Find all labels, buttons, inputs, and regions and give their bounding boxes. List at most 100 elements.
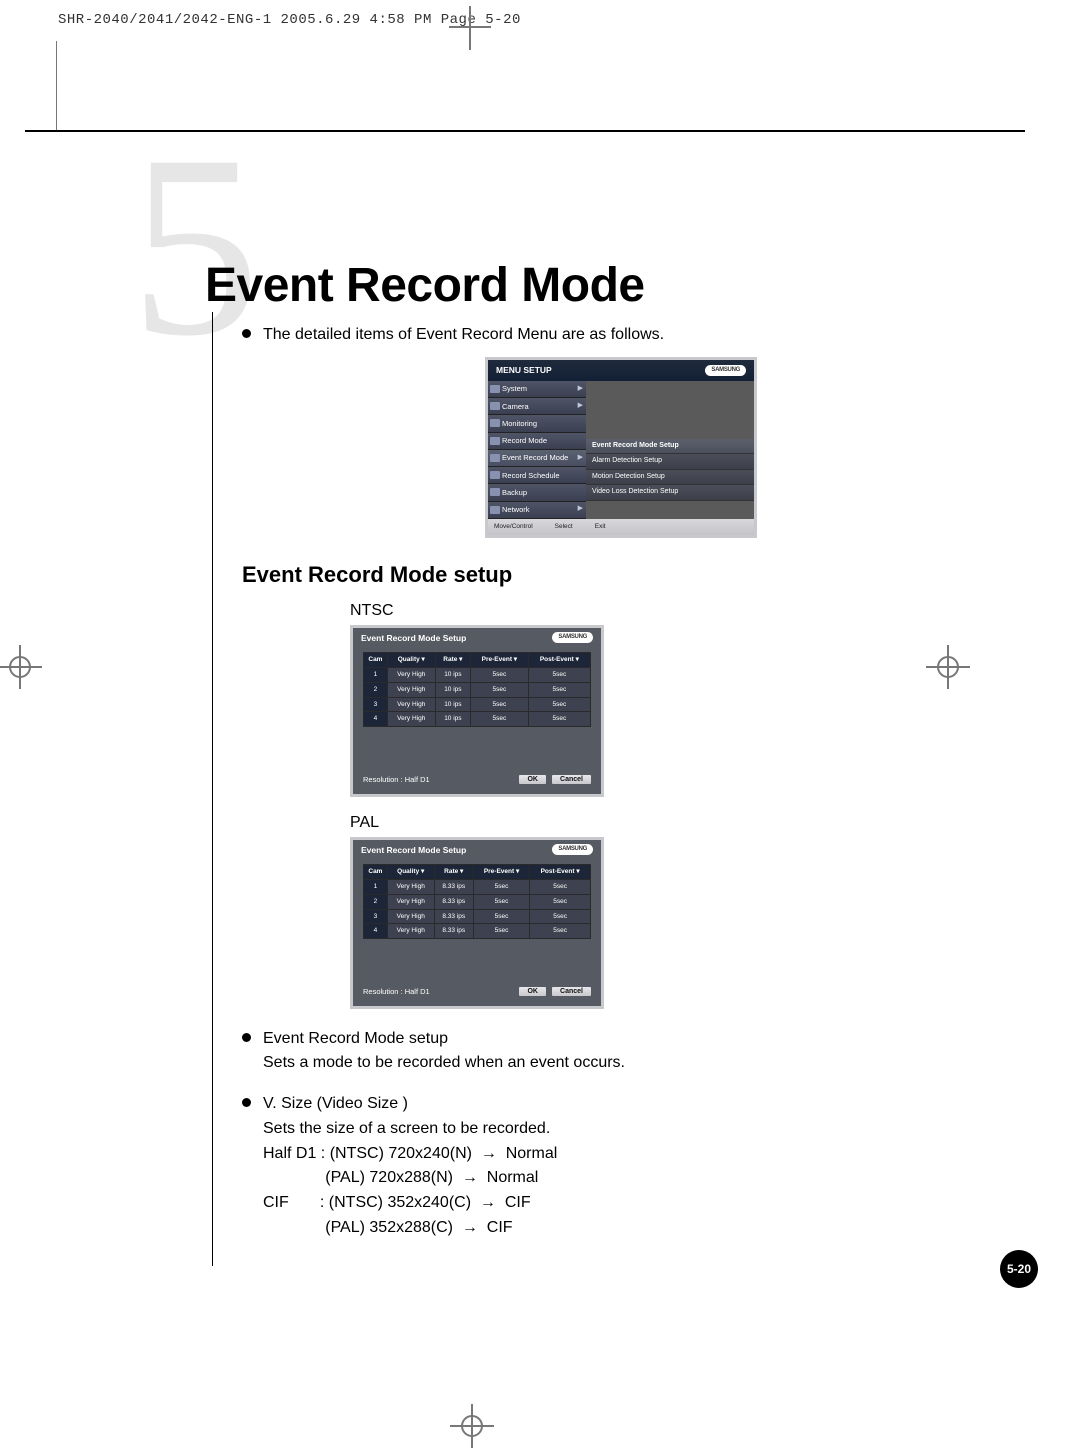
menu-item-record-mode[interactable]: Record Mode	[488, 433, 586, 450]
table-cell[interactable]: 5sec	[530, 924, 591, 939]
table-row: 2Very High10 ips5sec5sec	[363, 682, 590, 697]
table-cell[interactable]: 4	[363, 712, 387, 727]
samsung-badge: SAMSUNG	[552, 632, 593, 643]
th-cam: Cam	[363, 653, 387, 668]
table-cell[interactable]: 8.33 ips	[434, 880, 473, 895]
table-cell[interactable]: 5sec	[471, 668, 529, 683]
submenu-alarm-detection[interactable]: Alarm Detection Setup	[586, 454, 754, 470]
submenu-event-record-setup[interactable]: Event Record Mode Setup	[586, 439, 754, 455]
table-cell[interactable]: Very High	[387, 894, 434, 909]
bullet-line: CIF : (NTSC) 352x240(C) → CIF	[263, 1191, 557, 1216]
table-cell[interactable]: 8.33 ips	[434, 924, 473, 939]
table-cell[interactable]: Very High	[387, 668, 435, 683]
pal-title-bar: Event Record Mode Setup SAMSUNG	[353, 840, 601, 861]
th-preevent[interactable]: Pre-Event ▾	[471, 653, 529, 668]
backup-icon	[490, 488, 500, 496]
ok-button[interactable]: OK	[519, 987, 546, 996]
registration-mark-left	[0, 645, 42, 689]
table-cell[interactable]: 5sec	[471, 697, 529, 712]
table-cell[interactable]: 3	[363, 909, 387, 924]
table-cell[interactable]: Very High	[387, 682, 435, 697]
th-rate[interactable]: Rate ▾	[435, 653, 470, 668]
table-cell[interactable]: 5sec	[528, 712, 590, 727]
cancel-button[interactable]: Cancel	[552, 987, 591, 996]
menu-item-network[interactable]: Network▶	[488, 502, 586, 519]
menu-item-system[interactable]: System▶	[488, 381, 586, 398]
th-postevent[interactable]: Post-Event ▾	[528, 653, 590, 668]
table-cell[interactable]: 5sec	[473, 924, 529, 939]
th-rate[interactable]: Rate ▾	[434, 865, 473, 880]
table-cell[interactable]: 10 ips	[435, 682, 470, 697]
menu-item-backup[interactable]: Backup	[488, 484, 586, 501]
table-cell[interactable]: Very High	[387, 697, 435, 712]
ntsc-setup-screenshot: Event Record Mode Setup SAMSUNG Cam Qual…	[350, 625, 604, 797]
table-cell[interactable]: 5sec	[530, 894, 591, 909]
menu-item-monitoring[interactable]: Monitoring	[488, 415, 586, 432]
menu-right-panel: Event Record Mode Setup Alarm Detection …	[586, 381, 754, 519]
th-postevent[interactable]: Post-Event ▾	[530, 865, 591, 880]
table-cell[interactable]: 5sec	[528, 697, 590, 712]
table-row: 3Very High10 ips5sec5sec	[363, 697, 590, 712]
print-header: SHR-2040/2041/2042-ENG-1 2005.6.29 4:58 …	[58, 12, 521, 28]
table-cell[interactable]: Very High	[387, 909, 434, 924]
table-cell[interactable]: Very High	[387, 712, 435, 727]
ntsc-resolution: Resolution : Half D1	[363, 774, 430, 785]
ok-button[interactable]: OK	[519, 775, 546, 784]
table-cell[interactable]: 4	[363, 924, 387, 939]
table-cell[interactable]: 2	[363, 682, 387, 697]
table-cell[interactable]: 5sec	[473, 880, 529, 895]
table-row: 2Very High8.33 ips5sec5sec	[363, 894, 590, 909]
bullet-title: V. Size (Video Size )	[263, 1092, 557, 1117]
pal-setup-screenshot: Event Record Mode Setup SAMSUNG Cam Qual…	[350, 837, 604, 1009]
table-cell[interactable]: 5sec	[473, 909, 529, 924]
bullet-line: Half D1 : (NTSC) 720x240(N) → Normal	[263, 1142, 557, 1167]
pal-resolution: Resolution : Half D1	[363, 986, 430, 997]
th-quality[interactable]: Quality ▾	[387, 653, 435, 668]
submenu-motion-detection[interactable]: Motion Detection Setup	[586, 470, 754, 486]
footer-select: Select	[555, 522, 573, 532]
menu-item-event-record-mode[interactable]: Event Record Mode▶	[488, 450, 586, 467]
th-preevent[interactable]: Pre-Event ▾	[473, 865, 529, 880]
table-cell[interactable]: Very High	[387, 880, 434, 895]
table-cell[interactable]: 2	[363, 894, 387, 909]
record-icon	[490, 437, 500, 445]
table-cell[interactable]: 8.33 ips	[434, 894, 473, 909]
cancel-button[interactable]: Cancel	[552, 775, 591, 784]
intro-bullet: The detailed items of Event Record Menu …	[242, 323, 1000, 347]
table-cell[interactable]: 5sec	[530, 909, 591, 924]
menu-item-record-schedule[interactable]: Record Schedule	[488, 467, 586, 484]
table-cell[interactable]: 3	[363, 697, 387, 712]
registration-mark-top	[0, 30, 1080, 90]
footer-move: Move/Control	[494, 522, 533, 532]
bullet-line: (PAL) 352x288(C) → CIF	[263, 1216, 557, 1241]
menu-setup-screenshot: MENU SETUP SAMSUNG System▶ Camera▶ Monit…	[485, 357, 757, 538]
table-cell[interactable]: 5sec	[528, 668, 590, 683]
table-cell[interactable]: 10 ips	[435, 697, 470, 712]
table-cell[interactable]: 1	[363, 880, 387, 895]
menu-item-camera[interactable]: Camera▶	[488, 398, 586, 415]
table-cell[interactable]: 10 ips	[435, 712, 470, 727]
table-cell[interactable]: 5sec	[530, 880, 591, 895]
arrow-icon: ▶	[578, 401, 583, 412]
samsung-badge: SAMSUNG	[705, 365, 746, 376]
menu-label: Record Mode	[502, 435, 583, 446]
table-cell[interactable]: 8.33 ips	[434, 909, 473, 924]
table-row: 1Very High8.33 ips5sec5sec	[363, 880, 590, 895]
menu-label: Camera	[502, 401, 578, 412]
table-cell[interactable]: 10 ips	[435, 668, 470, 683]
table-cell[interactable]: 5sec	[471, 682, 529, 697]
bullet-line: (PAL) 720x288(N) → Normal	[263, 1166, 557, 1191]
table-cell[interactable]: 5sec	[473, 894, 529, 909]
th-quality[interactable]: Quality ▾	[387, 865, 434, 880]
submenu-video-loss-detection[interactable]: Video Loss Detection Setup	[586, 485, 754, 501]
menu-label: Monitoring	[502, 418, 583, 429]
table-cell[interactable]: Very High	[387, 924, 434, 939]
table-cell[interactable]: 5sec	[471, 712, 529, 727]
schedule-icon	[490, 471, 500, 479]
menu-label: Record Schedule	[502, 470, 583, 481]
ntsc-title: Event Record Mode Setup	[361, 632, 466, 645]
table-cell[interactable]: 5sec	[528, 682, 590, 697]
table-cell[interactable]: 1	[363, 668, 387, 683]
pal-bottom-bar: Resolution : Half D1 OK Cancel	[353, 979, 601, 1006]
menu-label: Network	[502, 504, 578, 515]
